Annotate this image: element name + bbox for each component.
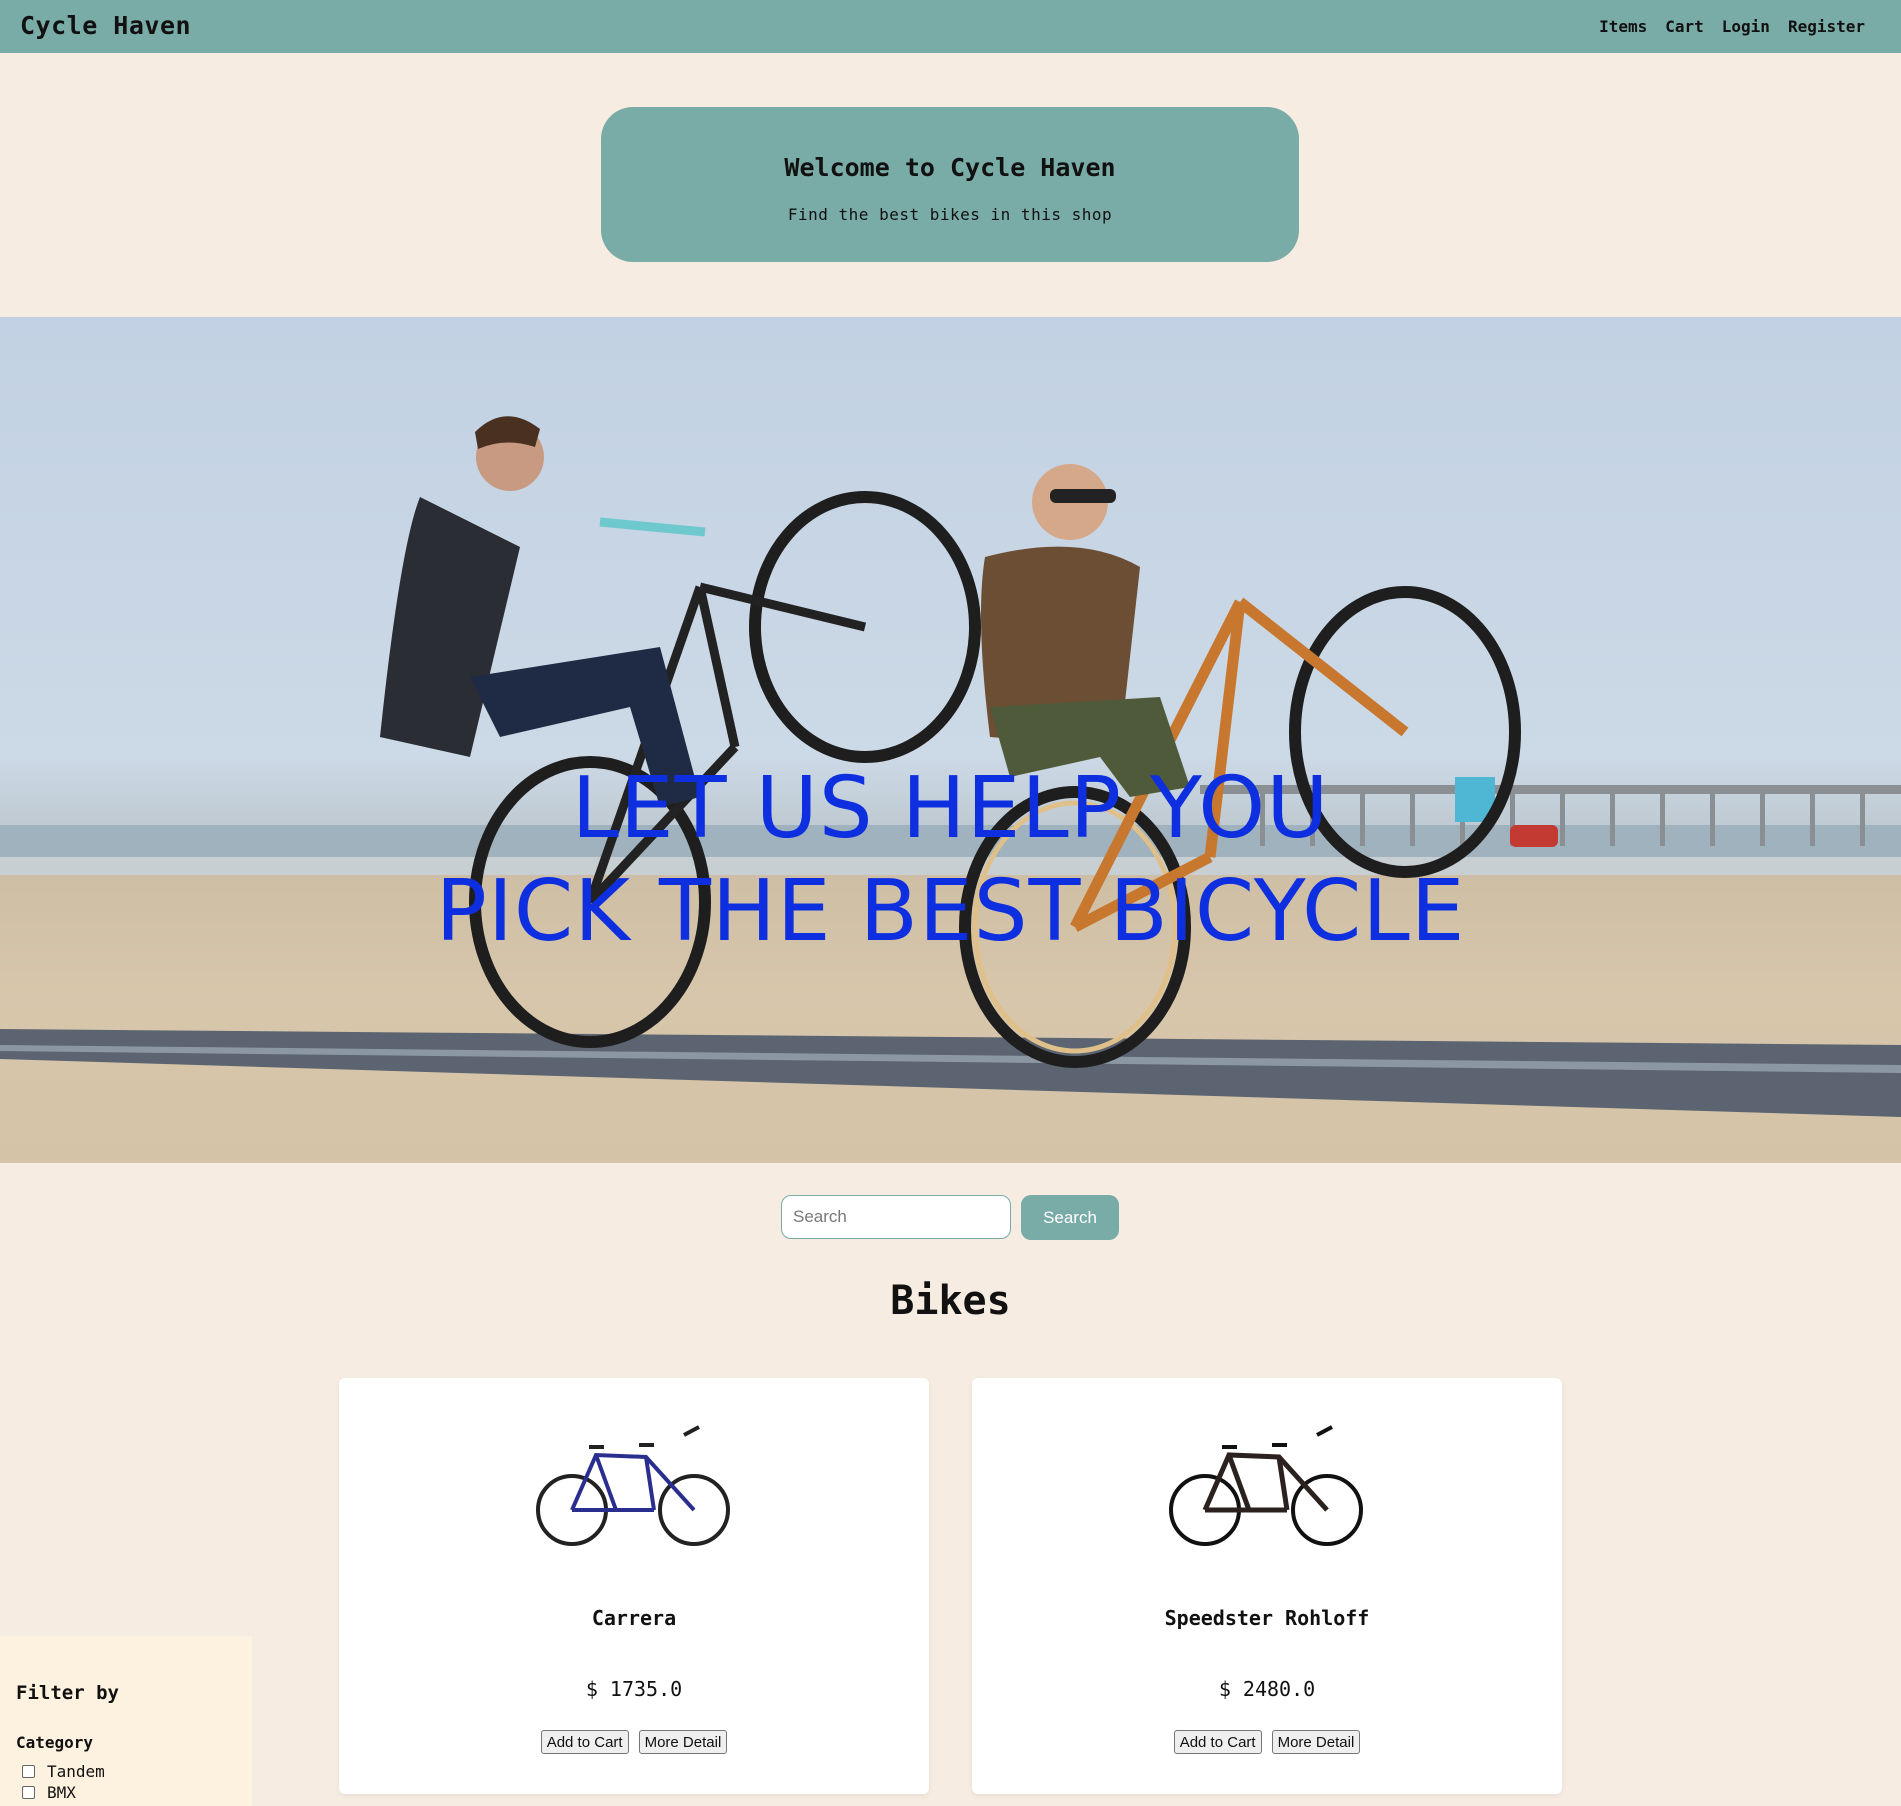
search-button[interactable]: Search — [1021, 1195, 1119, 1240]
welcome-title: Welcome to Cycle Haven — [784, 153, 1116, 182]
product-name: Carrera — [591, 1606, 677, 1630]
bike-image — [1169, 1425, 1363, 1546]
filter-panel: Filter by Category Tandem BMX — [0, 1636, 252, 1806]
hero-photo — [0, 416, 1901, 1117]
checkbox[interactable] — [22, 1786, 35, 1799]
nav-link-login[interactable]: Login — [1722, 17, 1770, 36]
product-card: Carrera $ 1735.0 Add to Cart More Detail — [339, 1378, 929, 1794]
filter-option-bmx[interactable]: BMX — [22, 1783, 76, 1802]
welcome-subtitle: Find the best bikes in this shop — [787, 205, 1113, 224]
checkbox[interactable] — [22, 1765, 35, 1778]
nav-link-register[interactable]: Register — [1788, 17, 1865, 36]
navbar: Cycle Haven Items Cart Login Register — [0, 0, 1901, 53]
filter-title: Filter by — [16, 1682, 119, 1704]
filter-option-tandem[interactable]: Tandem — [22, 1762, 105, 1781]
filter-option-label: BMX — [47, 1783, 76, 1802]
add-to-cart-button[interactable]: Add to Cart — [540, 1730, 629, 1754]
search-input[interactable] — [781, 1195, 1011, 1239]
search-bar: Search — [781, 1195, 1119, 1240]
add-to-cart-button[interactable]: Add to Cart — [1173, 1730, 1262, 1754]
hero-banner: LET US HELP YOU PICK THE BEST BICYCLE — [0, 317, 1901, 1163]
section-title: Bikes — [890, 1278, 1011, 1324]
bike-image — [536, 1425, 730, 1546]
filter-option-label: Tandem — [47, 1762, 105, 1781]
nav-link-cart[interactable]: Cart — [1665, 17, 1704, 36]
brand-logo[interactable]: Cycle Haven — [20, 11, 191, 40]
hero-line-2: PICK THE BEST BICYCLE — [435, 862, 1466, 961]
product-name: Speedster Rohloff — [1164, 1606, 1370, 1630]
more-detail-button[interactable]: More Detail — [1271, 1730, 1361, 1754]
product-price: $ 1735.0 — [585, 1677, 683, 1701]
filter-category-label: Category — [16, 1733, 94, 1752]
welcome-banner: Welcome to Cycle Haven Find the best bik… — [601, 107, 1299, 262]
hero-line-1: LET US HELP YOU — [571, 759, 1330, 858]
hero-headline: LET US HELP YOU PICK THE BEST BICYCLE — [0, 757, 1901, 963]
product-card: Speedster Rohloff $ 2480.0 Add to Cart M… — [972, 1378, 1562, 1794]
nav-link-items[interactable]: Items — [1599, 17, 1647, 36]
more-detail-button[interactable]: More Detail — [638, 1730, 728, 1754]
product-price: $ 2480.0 — [1218, 1677, 1316, 1701]
nav-links: Items Cart Login Register — [1599, 17, 1865, 36]
